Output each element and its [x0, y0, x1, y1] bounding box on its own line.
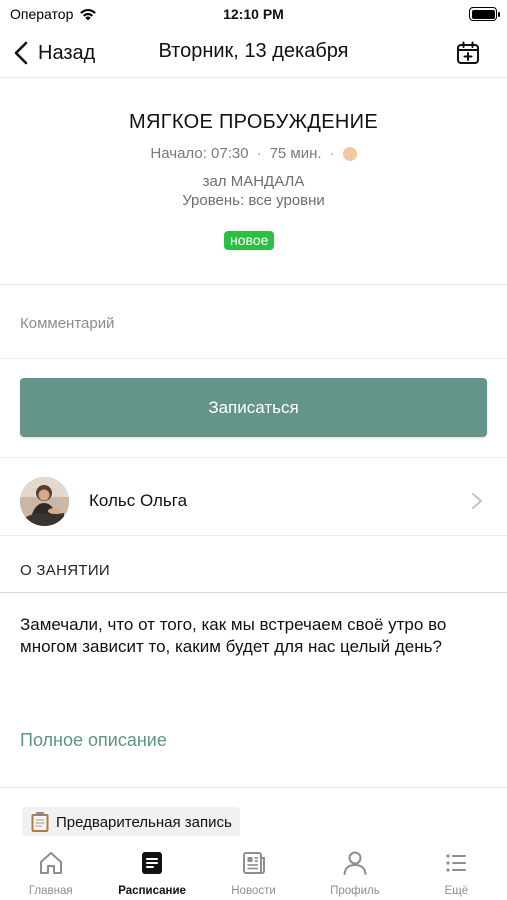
chevron-left-icon: [14, 41, 28, 65]
comment-row: [0, 286, 507, 359]
divider: [0, 787, 507, 788]
tab-more[interactable]: Ещё: [406, 836, 507, 900]
tab-label: Расписание: [118, 885, 186, 897]
tab-profile[interactable]: Профиль: [304, 836, 405, 900]
back-button[interactable]: Назад: [14, 38, 95, 68]
class-level: Уровень: все уровни: [182, 192, 325, 209]
profile-icon: [343, 851, 367, 875]
about-section-title: О ЗАНЯТИИ: [20, 562, 110, 579]
navigation-bar: Назад Вторник, 13 декабря: [0, 30, 507, 78]
comment-input[interactable]: [20, 310, 480, 336]
class-hall: зал МАНДАЛА: [202, 173, 305, 190]
meta-separator: ·: [256, 145, 262, 162]
tab-label: Ещё: [444, 885, 469, 897]
schedule-icon: [142, 852, 163, 874]
class-meta: Начало: 07:30 · 75 мин. ·: [0, 145, 507, 162]
back-button-label: Назад: [38, 41, 96, 64]
divider: [0, 457, 507, 458]
tab-bar: Главная Расписание Новости Профиль Ещё: [0, 836, 507, 900]
new-badge: новое: [224, 231, 275, 250]
full-description-link[interactable]: Полное описание: [20, 730, 167, 751]
instructor-row[interactable]: Кольс Ольга: [0, 466, 507, 536]
home-icon: [39, 852, 62, 874]
news-icon: [242, 852, 265, 874]
status-bar: Оператор 12:10 PM: [0, 0, 507, 30]
class-title: МЯГКОЕ ПРОБУЖДЕНИЕ: [129, 111, 378, 133]
class-start-time: Начало: 07:30: [150, 145, 249, 162]
prebook-label: Предварительная запись: [56, 813, 232, 831]
tab-schedule[interactable]: Расписание: [101, 836, 202, 900]
instructor-avatar: [20, 477, 69, 526]
clipboard-icon: [31, 812, 49, 832]
tab-label: Главная: [28, 885, 73, 897]
status-time: 12:10 PM: [223, 6, 284, 22]
tab-news[interactable]: Новости: [203, 836, 304, 900]
prebook-chip: Предварительная запись: [22, 807, 240, 837]
intensity-dot-icon: [342, 146, 357, 161]
class-duration: 75 мин.: [269, 145, 322, 162]
signup-button[interactable]: Записаться: [20, 378, 487, 437]
tab-label: Профиль: [330, 885, 380, 897]
about-section-header: О ЗАНЯТИИ: [0, 537, 507, 593]
battery-icon: [469, 7, 500, 21]
meta-separator: ·: [329, 145, 335, 162]
more-icon: [446, 854, 467, 872]
tab-home[interactable]: Главная: [0, 836, 101, 900]
class-info-card: МЯГКОЕ ПРОБУЖДЕНИЕ Начало: 07:30 · 75 ми…: [0, 79, 507, 285]
add-to-calendar-icon[interactable]: [455, 40, 481, 66]
class-description: Замечали, что от того, как мы встречаем …: [20, 615, 447, 656]
instructor-name: Кольс Ольга: [89, 491, 188, 510]
tab-label: Новости: [231, 885, 276, 897]
chevron-right-icon: [472, 493, 482, 509]
